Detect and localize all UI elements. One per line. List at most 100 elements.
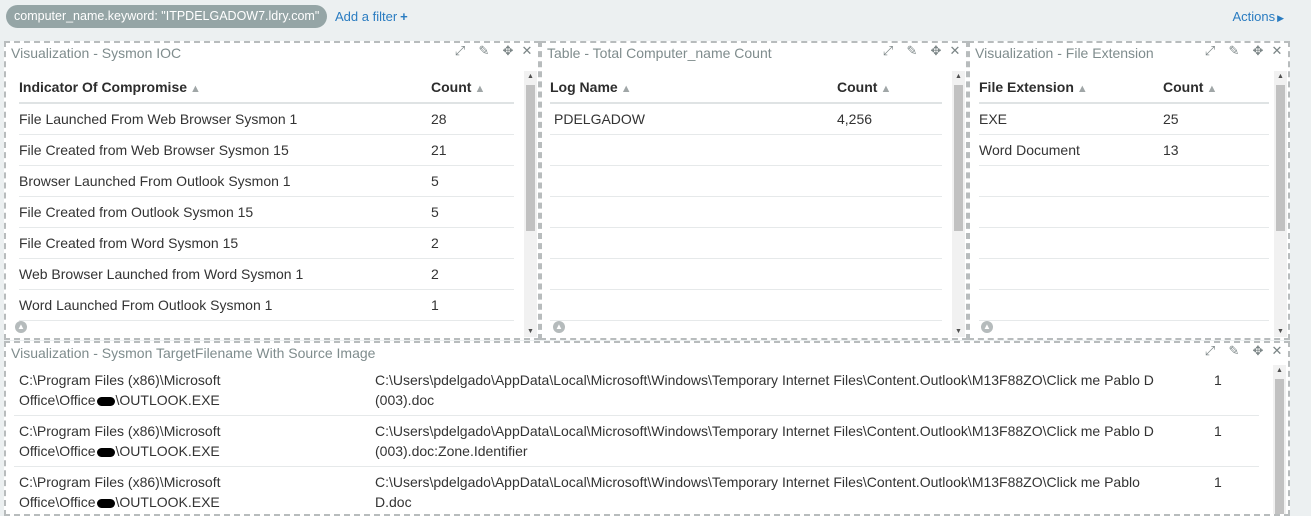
row-label-cell [979, 227, 1163, 259]
table-row: File Created from Word Sysmon 15 2 [19, 227, 514, 259]
move-icon[interactable]: ✥ [924, 43, 948, 59]
table-row [550, 227, 942, 259]
row-count-cell [837, 134, 942, 166]
close-icon[interactable]: ✕ [1270, 43, 1284, 59]
sort-icon: ▲︎ [474, 82, 486, 95]
pencil-icon[interactable]: ✎ [472, 43, 496, 59]
move-icon[interactable]: ✥ [496, 43, 520, 59]
actions-label: Actions [1232, 9, 1276, 24]
column-header-count[interactable]: Count ▲︎ [431, 71, 514, 104]
target-filename-cell: C:\Users\pdelgado\AppData\Local\Microsof… [375, 423, 1154, 459]
row-count-cell [1163, 289, 1269, 321]
row-count-cell: 4,256 [837, 103, 942, 135]
row-label-cell [979, 258, 1163, 290]
row-label-cell [550, 227, 837, 259]
table-row: C:\Program Files (x86)\Microsoft Office\O… [14, 365, 1259, 416]
row-label-cell [979, 289, 1163, 321]
scrollbar[interactable]: ▲ ▼ [1274, 71, 1287, 337]
table-row [550, 165, 942, 197]
expand-icon[interactable]: ⤢ [1198, 343, 1222, 359]
add-filter-link[interactable]: Add a filter + [335, 9, 408, 24]
row-label-cell: File Created from Word Sysmon 15 [19, 227, 431, 259]
row-label-cell: Web Browser Launched from Word Sysmon 1 [19, 258, 431, 290]
expand-icon[interactable]: ⤢ [448, 43, 472, 59]
row-label-cell [550, 289, 837, 321]
move-icon[interactable]: ✥ [1246, 43, 1270, 59]
column-header-log-name[interactable]: Log Name ▲︎ [550, 71, 837, 104]
source-image-cell: C:\Program Files (x86)\Microsoft Office\O… [19, 474, 221, 510]
row-label-cell: EXE [979, 103, 1163, 135]
move-icon[interactable]: ✥ [1246, 343, 1270, 359]
count-cell: 1 [1214, 372, 1222, 388]
scrollbar[interactable]: ▲ [1273, 365, 1286, 514]
table-row [979, 165, 1269, 197]
row-count-cell [837, 165, 942, 197]
table-row: File Created from Outlook Sysmon 15 5 [19, 196, 514, 228]
panel-computer-count: Table - Total Computer_name Count ⤢ ✎ ✥ ✕ L… [540, 41, 968, 340]
close-icon[interactable]: ✕ [520, 43, 534, 59]
row-count-cell [1163, 196, 1269, 228]
expand-icon[interactable]: ⤢ [1198, 43, 1222, 59]
collapse-icon[interactable]: ▲ [15, 321, 27, 333]
table-row [979, 227, 1269, 259]
count-cell: 1 [1214, 423, 1222, 439]
table-row [550, 258, 942, 290]
pencil-icon[interactable]: ✎ [1222, 343, 1246, 359]
row-count-cell [837, 196, 942, 228]
collapse-icon[interactable]: ▲ [553, 321, 565, 333]
column-header-count[interactable]: Count ▲︎ [1163, 71, 1269, 104]
row-count-cell [837, 227, 942, 259]
row-label-cell [550, 258, 837, 290]
scrollbar[interactable]: ▲ ▼ [952, 71, 965, 337]
column-header-file-extension[interactable]: File Extension ▲︎ [979, 71, 1163, 104]
row-label-cell: File Created from Web Browser Sysmon 15 [19, 134, 431, 166]
actions-link[interactable]: Actions ▶ [1232, 9, 1284, 24]
table-row [550, 196, 942, 228]
redaction-mark [96, 447, 115, 457]
row-label-cell: PDELGADOW [550, 103, 837, 135]
row-count-cell: 21 [431, 134, 514, 166]
row-label-cell [979, 165, 1163, 197]
table-row [550, 289, 942, 321]
panel-title: Visualization - Sysmon IOC [11, 45, 182, 61]
row-count-cell: 5 [431, 165, 514, 197]
row-count-cell [837, 258, 942, 290]
column-header-indicator[interactable]: Indicator Of Compromise ▲︎ [19, 71, 431, 104]
row-label-cell: File Launched From Web Browser Sysmon 1 [19, 103, 431, 135]
row-label-cell [979, 196, 1163, 228]
ioc-table: Indicator Of Compromise ▲︎ Count ▲︎ File L… [19, 71, 514, 321]
sort-icon: ▲︎ [880, 82, 892, 95]
panel-title: Visualization - File Extension [975, 45, 1154, 61]
table-row [979, 196, 1269, 228]
panel-target-filename: Visualization - Sysmon TargetFilename Wi… [4, 341, 1290, 516]
add-filter-label: Add a filter [335, 9, 398, 24]
row-count-cell [1163, 165, 1269, 197]
row-label-cell [550, 165, 837, 197]
row-count-cell [837, 289, 942, 321]
collapse-icon[interactable]: ▲ [981, 321, 993, 333]
row-count-cell: 5 [431, 196, 514, 228]
pencil-icon[interactable]: ✎ [900, 43, 924, 59]
table-row: File Created from Web Browser Sysmon 15 2… [19, 134, 514, 166]
row-label-cell: Browser Launched From Outlook Sysmon 1 [19, 165, 431, 197]
sort-icon: ▲︎ [620, 82, 632, 95]
scrollbar[interactable]: ▲ ▼ [524, 71, 537, 337]
table-row: PDELGADOW 4,256 [550, 103, 942, 135]
count-table: Log Name ▲︎ Count ▲︎ PDELGADOW 4,256 [550, 71, 942, 321]
row-label-cell [550, 134, 837, 166]
pencil-icon[interactable]: ✎ [1222, 43, 1246, 59]
count-cell: 1 [1214, 474, 1222, 490]
row-label-cell: Word Document [979, 134, 1163, 166]
table-row: Word Launched From Outlook Sysmon 11 [19, 289, 514, 321]
close-icon[interactable]: ✕ [1270, 343, 1284, 359]
row-count-cell [1163, 258, 1269, 290]
expand-icon[interactable]: ⤢ [876, 43, 900, 59]
filter-pill[interactable]: computer_name.keyword: "ITPDELGADOW7.ldr… [6, 5, 328, 28]
table-row: C:\Program Files (x86)\Microsoft Office\O… [14, 467, 1259, 514]
plus-icon: + [400, 9, 408, 24]
target-filename-table: C:\Program Files (x86)\Microsoft Office\O… [14, 365, 1259, 514]
panel-sysmon-ioc: Visualization - Sysmon IOC ⤢ ✎ ✥ ✕ Indicato… [4, 41, 540, 340]
column-header-count[interactable]: Count ▲︎ [837, 71, 942, 104]
caret-right-icon: ▶ [1277, 13, 1284, 23]
close-icon[interactable]: ✕ [948, 43, 962, 59]
